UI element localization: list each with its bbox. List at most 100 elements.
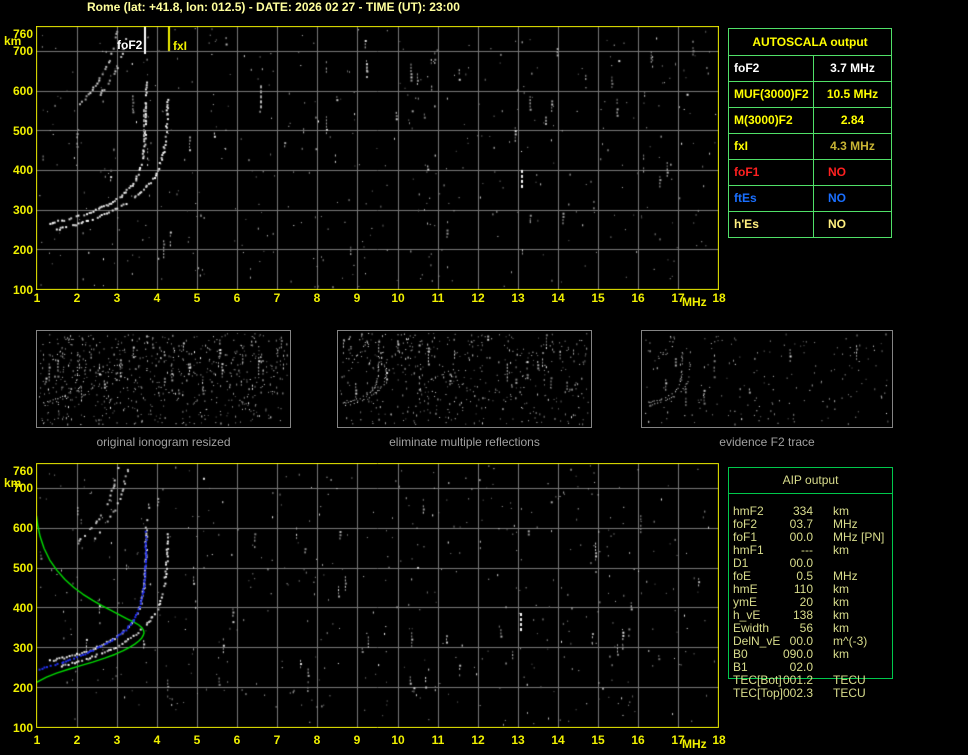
- aip-row-hmf2: hmF2 334 km: [728, 505, 928, 518]
- thumbnail-caption-2: eliminate multiple reflections: [389, 435, 540, 449]
- top-plot-x-tick-label: 4: [153, 291, 161, 305]
- bottom-plot-y-tick-label: 600: [12, 521, 33, 535]
- aip-note: [PN]: [861, 530, 885, 544]
- aip-table-rows: hmF2 334 km foF2 03.7 MHz foF1 00.0 MHz [PN] hmF1-…: [728, 505, 928, 700]
- aip-row-hmf1: hmF1 --- km: [728, 544, 928, 557]
- top-plot-x-tick-label: 12: [471, 291, 485, 305]
- bottom-plot-x-tick-label: 5: [193, 733, 201, 747]
- autoscala-row-label: h'Es: [734, 217, 759, 231]
- top-plot-y-tick-label: 760: [12, 27, 33, 41]
- autoscala-row-value: NO: [813, 186, 891, 211]
- bottom-plot-x-tick-label: 13: [511, 733, 525, 747]
- top-plot-x-tick-label: 3: [113, 291, 121, 305]
- autoscala-row-value: 10.5 MHz: [813, 82, 891, 107]
- autoscala-row-ftes: ftEs NO: [729, 186, 891, 212]
- top-plot-y-tick-label: 400: [12, 163, 33, 177]
- bottom-plot-x-tick-label: 17: [671, 733, 685, 747]
- top-plot-x-tick-label: 6: [233, 291, 241, 305]
- top-plot-x-tick-label: 1: [33, 291, 41, 305]
- top-plot-x-tick-label: 14: [551, 291, 565, 305]
- aip-row-tectop: TEC[Top] 002.3 TECU: [728, 687, 928, 700]
- bottom-plot-y-tick-label: 400: [12, 601, 33, 615]
- bottom-plot-x-tick-label: 11: [431, 733, 445, 747]
- bottom-plot-x-tick-label: 10: [391, 733, 405, 747]
- bottom-plot-x-tick-label: 18: [712, 733, 726, 747]
- fxI-marker-label: fxI: [173, 39, 188, 53]
- bottom-plot-x-tick-label: 9: [353, 733, 361, 747]
- autoscala-table: AUTOSCALA output foF2 3.7 MHz MUF(3000)F2 1…: [728, 28, 892, 238]
- thumbnail-evidence-f2-trace: [641, 330, 893, 428]
- bottom-plot-x-tick-label: 1: [33, 733, 41, 747]
- bottom-plot-y-tick-label: 700: [12, 481, 33, 495]
- aip-table-title: AIP output: [729, 468, 892, 494]
- bottom-plot-x-tick-label: 16: [631, 733, 645, 747]
- top-plot-y-tick-label: 700: [12, 44, 33, 58]
- thumbnail-original-ionogram: [36, 330, 291, 428]
- aip-row-fof2: foF2 03.7 MHz: [728, 518, 928, 531]
- bottom-plot-x-tick-label: 6: [233, 733, 241, 747]
- autoscala-row-label: foF2: [734, 61, 760, 75]
- autoscala-row-label: fxI: [734, 139, 749, 153]
- autoscala-output-screen: Rome (lat: +41.8, lon: 012.5) - DATE: 20…: [0, 0, 968, 755]
- autoscala-row-label: foF1: [734, 165, 760, 179]
- bottom-plot-y-tick-label: 500: [12, 561, 33, 575]
- aip-val: 002.3: [782, 686, 813, 700]
- autoscala-row-fof2: foF2 3.7 MHz: [729, 56, 891, 82]
- top-plot-x-tick-label: 2: [73, 291, 81, 305]
- ionogram-top-canvas: [36, 26, 719, 290]
- bottom-plot-y-tick-label: 760: [12, 464, 33, 478]
- top-plot-x-tick-label: 15: [591, 291, 605, 305]
- autoscala-row-fof1: foF1 NO: [729, 160, 891, 186]
- autoscala-table-title: AUTOSCALA output: [729, 29, 891, 56]
- bottom-plot-x-tick-label: 15: [591, 733, 605, 747]
- bottom-plot-x-tick-label: 14: [551, 733, 565, 747]
- top-plot-x-tick-label: 18: [712, 291, 726, 305]
- top-plot-x-tick-label: 8: [313, 291, 321, 305]
- top-plot-x-tick-label: 9: [353, 291, 361, 305]
- aip-row-b0: B0 090.0 km: [728, 648, 928, 661]
- top-plot-x-tick-label: 5: [193, 291, 201, 305]
- bottom-plot-x-tick-label: 8: [313, 733, 321, 747]
- top-plot-x-tick-label: 17: [671, 291, 685, 305]
- aip-unit: km: [833, 647, 849, 661]
- thumbnail-caption-3: evidence F2 trace: [719, 435, 815, 449]
- autoscala-table-rows: foF2 3.7 MHz MUF(3000)F2 10.5 MHz M(3000)F2 2…: [729, 56, 891, 237]
- foF2-marker-label: foF2: [117, 38, 143, 52]
- autoscala-row-hes: h'Es NO: [729, 212, 891, 237]
- autoscala-row-value: 2.84: [813, 108, 891, 133]
- autoscala-row-value: 4.3 MHz: [813, 134, 891, 159]
- top-plot-y-tick-label: 600: [12, 84, 33, 98]
- aip-unit: km: [833, 543, 849, 557]
- autoscala-row-fxi: fxI 4.3 MHz: [729, 134, 891, 160]
- top-plot-x-tick-label: 7: [273, 291, 281, 305]
- bottom-plot-x-tick-label: 4: [153, 733, 161, 747]
- autoscala-row-m3000f2: M(3000)F2 2.84: [729, 108, 891, 134]
- bottom-plot-x-tick-label: 3: [113, 733, 121, 747]
- autoscala-row-value: NO: [813, 160, 891, 185]
- aip-unit: TECU: [833, 686, 866, 700]
- thumbnail-multiple-reflections-removed: [337, 330, 592, 428]
- bottom-plot-x-tick-label: 2: [73, 733, 81, 747]
- bottom-plot-y-tick-label: 300: [12, 641, 33, 655]
- ionogram-bottom-canvas: [36, 463, 719, 728]
- autoscala-row-value: 3.7 MHz: [813, 56, 891, 81]
- bottom-plot-x-tick-label: 7: [273, 733, 281, 747]
- page-title: Rome (lat: +41.8, lon: 012.5) - DATE: 20…: [87, 0, 460, 14]
- top-plot-x-tick-label: 11: [431, 291, 445, 305]
- aip-row-d1: D1 00.0: [728, 557, 928, 570]
- autoscala-row-label: M(3000)F2: [734, 113, 793, 127]
- top-plot-y-tick-label: 200: [12, 243, 33, 257]
- autoscala-row-muf3000f2: MUF(3000)F2 10.5 MHz: [729, 82, 891, 108]
- bottom-plot-x-tick-label: 12: [471, 733, 485, 747]
- bottom-plot-y-tick-label: 200: [12, 681, 33, 695]
- autoscala-row-label: MUF(3000)F2: [734, 87, 809, 101]
- top-plot-y-tick-label: 300: [12, 203, 33, 217]
- aip-row-hme: hmE 110 km: [728, 583, 928, 596]
- top-plot-y-tick-label: 500: [12, 124, 33, 138]
- autoscala-row-value: NO: [813, 212, 891, 237]
- top-plot-x-tick-label: 10: [391, 291, 405, 305]
- top-plot-x-tick-label: 16: [631, 291, 645, 305]
- top-plot-x-tick-label: 13: [511, 291, 525, 305]
- thumbnail-caption-1: original ionogram resized: [96, 435, 231, 449]
- aip-row-delnve: DelN_vE 00.0 m^(-3): [728, 635, 928, 648]
